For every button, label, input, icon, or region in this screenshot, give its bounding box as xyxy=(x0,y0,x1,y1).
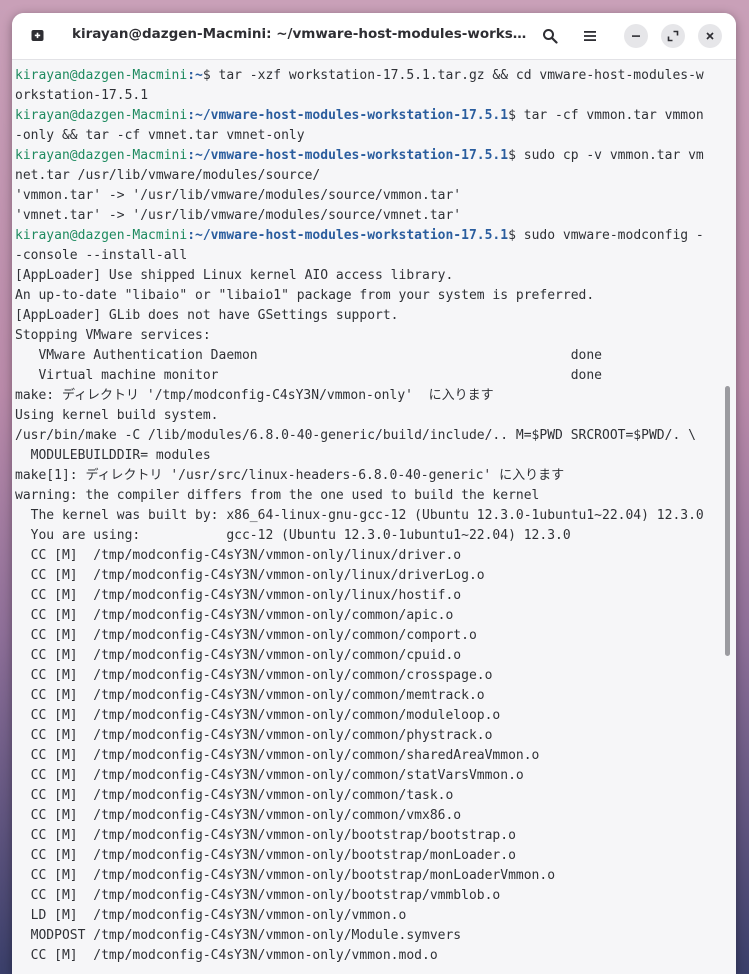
terminal-line: An up-to-date "libaio" or "libaio1" pack… xyxy=(15,288,595,303)
terminal-line: kirayan@dazgen-Macmini:~/vmware-host-mod… xyxy=(15,226,723,246)
terminal-line: CC [M] /tmp/modconfig-C4sY3N/vmmon-only/… xyxy=(15,828,516,843)
prompt-path: :~ xyxy=(187,68,203,83)
terminal-line: CC [M] /tmp/modconfig-C4sY3N/vmmon-only/… xyxy=(15,948,438,963)
command-text: $ sudo vmware-modconfig - xyxy=(508,228,704,243)
terminal-line: orkstation-17.5.1 xyxy=(15,88,149,103)
terminal-line: CC [M] /tmp/modconfig-C4sY3N/vmmon-only/… xyxy=(15,708,501,723)
terminal-line: kirayan@dazgen-Macmini:~/vmware-host-mod… xyxy=(15,106,723,126)
command-text: $ tar -cf vmmon.tar vmmon xyxy=(508,108,704,123)
terminal-line: CC [M] /tmp/modconfig-C4sY3N/vmmon-only/… xyxy=(15,608,454,623)
terminal-line: 'vmnet.tar' -> '/usr/lib/vmware/modules/… xyxy=(15,208,462,223)
title-bar: kirayan@dazgen-Macmini: ~/vmware-host-mo… xyxy=(12,13,736,60)
terminal-line: 'vmmon.tar' -> '/usr/lib/vmware/modules/… xyxy=(15,188,462,203)
prompt-user: kirayan@dazgen-Macmini xyxy=(15,148,188,163)
terminal-line: CC [M] /tmp/modconfig-C4sY3N/vmmon-only/… xyxy=(15,668,493,683)
close-icon[interactable] xyxy=(698,24,722,48)
terminal-line: Stopping VMware services: xyxy=(15,328,211,343)
terminal-line: CC [M] /tmp/modconfig-C4sY3N/vmmon-only/… xyxy=(15,648,462,663)
command-text: $ tar -xzf workstation-17.5.1.tar.gz && … xyxy=(202,68,704,83)
terminal-line: CC [M] /tmp/modconfig-C4sY3N/vmmon-only/… xyxy=(15,748,540,763)
terminal-line: CC [M] /tmp/modconfig-C4sY3N/vmmon-only/… xyxy=(15,808,462,823)
terminal-window: kirayan@dazgen-Macmini: ~/vmware-host-mo… xyxy=(12,13,736,974)
window-title: kirayan@dazgen-Macmini: ~/vmware-host-mo… xyxy=(72,26,532,42)
maximize-icon[interactable] xyxy=(661,24,685,48)
search-icon[interactable] xyxy=(538,24,562,48)
prompt-user: kirayan@dazgen-Macmini xyxy=(15,228,188,243)
terminal-line: warning: the compiler differs from the o… xyxy=(15,488,540,503)
vertical-scrollbar[interactable] xyxy=(725,386,730,656)
terminal-line: MODPOST /tmp/modconfig-C4sY3N/vmmon-only… xyxy=(15,928,462,943)
terminal-line: LD [M] /tmp/modconfig-C4sY3N/vmmon-only/… xyxy=(15,908,407,923)
terminal-line: -console --install-all xyxy=(15,248,188,263)
terminal-line: CC [M] /tmp/modconfig-C4sY3N/vmmon-only/… xyxy=(15,848,516,863)
terminal-line: /usr/bin/make -C /lib/modules/6.8.0-40-g… xyxy=(15,428,696,443)
terminal-line: CC [M] /tmp/modconfig-C4sY3N/vmmon-only/… xyxy=(15,568,485,583)
terminal-line: CC [M] /tmp/modconfig-C4sY3N/vmmon-only/… xyxy=(15,588,462,603)
terminal-line: VMware Authentication Daemon done xyxy=(15,348,602,363)
terminal-line: kirayan@dazgen-Macmini:~$ tar -xzf works… xyxy=(15,66,723,86)
terminal-line: CC [M] /tmp/modconfig-C4sY3N/vmmon-only/… xyxy=(15,788,454,803)
prompt-path: :~/vmware-host-modules-workstation-17.5.… xyxy=(187,108,509,123)
terminal-line: Virtual machine monitor done xyxy=(15,368,602,383)
prompt-user: kirayan@dazgen-Macmini xyxy=(15,68,188,83)
terminal-line: make[1]: ディレクトリ '/usr/src/linux-headers-… xyxy=(15,468,565,483)
terminal-line: [AppLoader] GLib does not have GSettings… xyxy=(15,308,399,323)
terminal-line: CC [M] /tmp/modconfig-C4sY3N/vmmon-only/… xyxy=(15,868,556,883)
terminal-line: Using kernel build system. xyxy=(15,408,219,423)
new-tab-icon[interactable] xyxy=(26,23,50,47)
prompt-path: :~/vmware-host-modules-workstation-17.5.… xyxy=(187,228,509,243)
terminal-line: MODULEBUILDDIR= modules xyxy=(15,448,211,463)
terminal-line: CC [M] /tmp/modconfig-C4sY3N/vmmon-only/… xyxy=(15,548,462,563)
terminal-line: -only && tar -cf vmnet.tar vmnet-only xyxy=(15,128,305,143)
terminal-line: CC [M] /tmp/modconfig-C4sY3N/vmmon-only/… xyxy=(15,628,477,643)
command-text: $ sudo cp -v vmmon.tar vm xyxy=(508,148,704,163)
terminal-line: CC [M] /tmp/modconfig-C4sY3N/vmmon-only/… xyxy=(15,688,485,703)
hamburger-menu-icon[interactable] xyxy=(578,24,602,48)
terminal-line: kirayan@dazgen-Macmini:~/vmware-host-mod… xyxy=(15,146,723,166)
terminal-line: CC [M] /tmp/modconfig-C4sY3N/vmmon-only/… xyxy=(15,728,493,743)
terminal-line: [AppLoader] Use shipped Linux kernel AIO… xyxy=(15,268,454,283)
terminal-line: CC [M] /tmp/modconfig-C4sY3N/vmmon-only/… xyxy=(15,768,524,783)
terminal-line: The kernel was built by: x86_64-linux-gn… xyxy=(15,508,704,523)
prompt-path: :~/vmware-host-modules-workstation-17.5.… xyxy=(187,148,509,163)
terminal-line: You are using: gcc-12 (Ubuntu 12.3.0-1ub… xyxy=(15,528,571,543)
terminal-output[interactable]: kirayan@dazgen-Macmini:~$ tar -xzf works… xyxy=(15,66,723,974)
terminal-line: CC [M] /tmp/modconfig-C4sY3N/vmmon-only/… xyxy=(15,888,501,903)
terminal-line: net.tar /usr/lib/vmware/modules/source/ xyxy=(15,168,321,183)
prompt-user: kirayan@dazgen-Macmini xyxy=(15,108,188,123)
minimize-icon[interactable] xyxy=(624,24,648,48)
terminal-line: make: ディレクトリ '/tmp/modconfig-C4sY3N/vmmo… xyxy=(15,388,494,403)
